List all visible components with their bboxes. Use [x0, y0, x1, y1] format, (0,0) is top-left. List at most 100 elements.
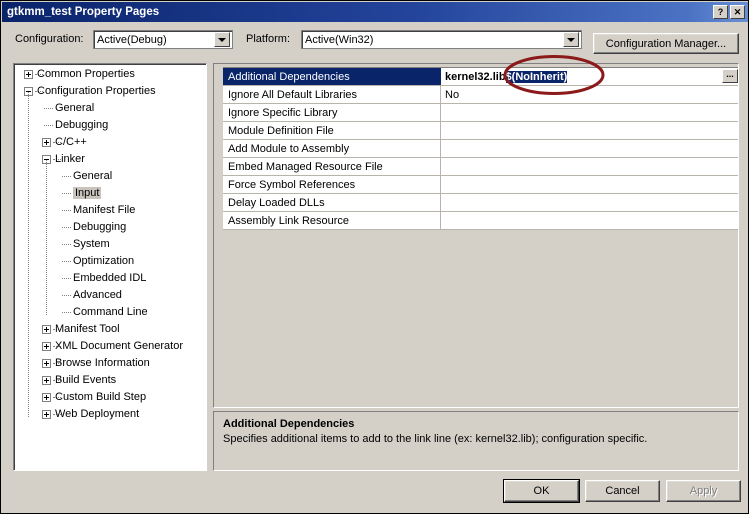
property-value-cell[interactable]: No [441, 86, 738, 103]
property-name: Module Definition File [223, 122, 441, 139]
tree-connector-line [28, 92, 29, 417]
tree-item-label: Debugging [55, 119, 109, 131]
tree-item-xml-document-generator[interactable]: XML Document Generator [14, 338, 206, 355]
property-value-selected-text: $(NoInherit) [505, 70, 568, 83]
tree-item-general[interactable]: General [14, 168, 206, 185]
tree-item-advanced[interactable]: Advanced [14, 287, 206, 304]
tree-item-system[interactable]: System [14, 236, 206, 253]
property-row[interactable]: Add Module to Assembly [223, 140, 738, 158]
tree-item-label: Debugging [73, 221, 127, 233]
tree-connector [62, 227, 71, 228]
tree-item-build-events[interactable]: Build Events [14, 372, 206, 389]
description-title: Additional Dependencies [223, 418, 355, 430]
tree-item-label: XML Document Generator [55, 340, 183, 352]
tree-item-label: General [73, 170, 113, 182]
expand-icon[interactable] [42, 410, 51, 419]
property-name: Assembly Link Resource [223, 212, 441, 229]
property-row[interactable]: Delay Loaded DLLs [223, 194, 738, 212]
property-value-cell[interactable]: kernel32.lib $(NoInherit)... [441, 68, 738, 85]
tree-connector [62, 278, 71, 279]
property-row[interactable]: Embed Managed Resource File [223, 158, 738, 176]
property-name: Delay Loaded DLLs [223, 194, 441, 211]
tree-connector [62, 193, 71, 194]
property-row[interactable]: Assembly Link Resource [223, 212, 738, 230]
expand-icon[interactable] [42, 376, 51, 385]
tree-item-browse-information[interactable]: Browse Information [14, 355, 206, 372]
property-tree[interactable]: Common Properties Configuration Propertie… [13, 63, 207, 471]
property-row[interactable]: Force Symbol References [223, 176, 738, 194]
property-value-cell[interactable] [441, 158, 738, 175]
help-icon[interactable]: ? [713, 5, 728, 19]
chevron-down-icon[interactable] [214, 32, 230, 47]
ok-button[interactable]: OK [504, 480, 579, 502]
tree-item-configuration-properties[interactable]: Configuration Properties [14, 83, 206, 100]
description-body: Specifies additional items to add to the… [223, 433, 648, 445]
tree-connector [44, 125, 53, 126]
expand-icon[interactable] [42, 393, 51, 402]
tree-item-optimization[interactable]: Optimization [14, 253, 206, 270]
tree-item-input[interactable]: Input [14, 185, 206, 202]
property-row[interactable]: Ignore Specific Library [223, 104, 738, 122]
title-bar-buttons: ? ✕ [713, 5, 748, 19]
property-value-text: kernel32.lib [445, 70, 506, 83]
tree-item-label: Manifest Tool [55, 323, 120, 335]
tree-item-label: General [55, 102, 95, 114]
tree-item-label: Web Deployment [55, 408, 140, 420]
close-icon[interactable]: ✕ [730, 5, 745, 19]
configuration-manager-button[interactable]: Configuration Manager... [593, 33, 739, 54]
configuration-label: Configuration: [15, 33, 84, 45]
configuration-combo[interactable]: Active(Debug) [93, 30, 233, 49]
tree-item-label: Command Line [73, 306, 148, 318]
tree-item-label: Embedded IDL [73, 272, 147, 284]
tree-item-common-properties[interactable]: Common Properties [14, 66, 206, 83]
tree-item-linker[interactable]: Linker [14, 151, 206, 168]
expand-icon[interactable] [42, 138, 51, 147]
tree-item-label: Browse Information [55, 357, 150, 369]
tree-item-manifest-tool[interactable]: Manifest Tool [14, 321, 206, 338]
tree-connector [62, 244, 71, 245]
tree-item-label: Input [73, 187, 102, 199]
property-row[interactable]: Module Definition File [223, 122, 738, 140]
tree-item-manifest-file[interactable]: Manifest File [14, 202, 206, 219]
property-name: Ignore Specific Library [223, 104, 441, 121]
ellipsis-browse-button[interactable]: ... [722, 69, 738, 83]
property-row[interactable]: Additional Dependencies kernel32.lib $(No… [223, 68, 738, 86]
tree-item-label: Linker [55, 153, 85, 165]
platform-combo[interactable]: Active(Win32) [301, 30, 582, 49]
tree-item-c-c[interactable]: C/C++ [14, 134, 206, 151]
tree-item-label: Custom Build Step [55, 391, 147, 403]
property-value-cell[interactable] [441, 194, 738, 211]
property-pages-dialog: gtkmm_test Property Pages ? ✕ Configurat… [0, 0, 749, 514]
tree-item-custom-build-step[interactable]: Custom Build Step [14, 389, 206, 406]
property-value-cell[interactable] [441, 176, 738, 193]
tree-item-label: C/C++ [55, 136, 87, 148]
tree-item-command-line[interactable]: Command Line [14, 304, 206, 321]
expand-icon[interactable] [42, 342, 51, 351]
platform-label: Platform: [246, 33, 291, 45]
tree-item-general[interactable]: General [14, 100, 206, 117]
expand-icon[interactable] [24, 70, 33, 79]
tree-item-label: Build Events [55, 374, 117, 386]
title-bar: gtkmm_test Property Pages ? ✕ [2, 2, 748, 22]
tree-connector [62, 210, 71, 211]
tree-item-web-deployment[interactable]: Web Deployment [14, 406, 206, 423]
tree-item-debugging[interactable]: Debugging [14, 219, 206, 236]
property-value-cell[interactable] [441, 212, 738, 229]
property-value-cell[interactable] [441, 122, 738, 139]
chevron-down-icon[interactable] [563, 32, 579, 47]
expand-icon[interactable] [42, 325, 51, 334]
tree-item-label: Advanced [73, 289, 122, 301]
property-value-cell[interactable] [441, 140, 738, 157]
tree-item-label: Optimization [73, 255, 135, 267]
expand-icon[interactable] [42, 359, 51, 368]
property-grid-panel: Additional Dependencies kernel32.lib $(No… [213, 63, 739, 408]
property-row[interactable]: Ignore All Default Libraries No [223, 86, 738, 104]
tree-connector [62, 261, 71, 262]
cancel-button[interactable]: Cancel [585, 480, 660, 502]
tree-item-label: Configuration Properties [37, 85, 156, 97]
property-value-cell[interactable] [441, 104, 738, 121]
tree-item-debugging[interactable]: Debugging [14, 117, 206, 134]
dialog-button-bar: OK Cancel Apply [1, 477, 748, 507]
apply-button[interactable]: Apply [666, 480, 741, 502]
tree-item-embedded-idl[interactable]: Embedded IDL [14, 270, 206, 287]
